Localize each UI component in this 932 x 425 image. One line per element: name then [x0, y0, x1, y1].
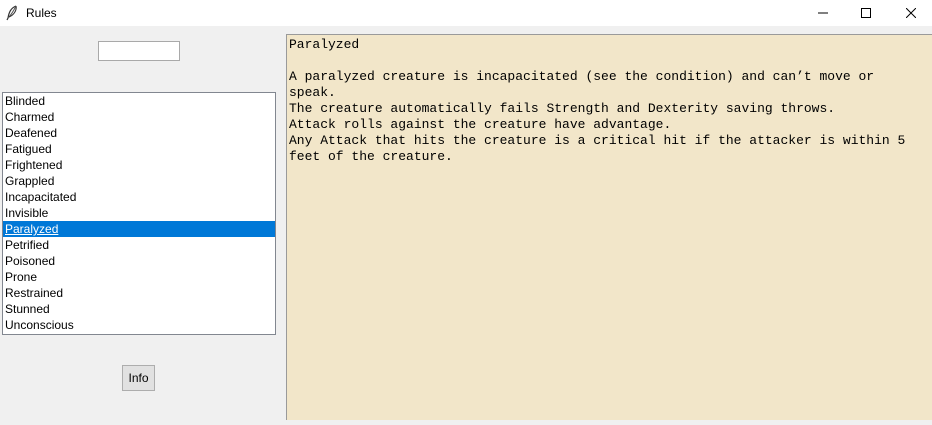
list-item[interactable]: Paralyzed — [3, 221, 275, 237]
details-line: speak. — [289, 85, 336, 100]
maximize-icon — [861, 8, 871, 18]
list-item[interactable]: Unconscious — [3, 317, 275, 333]
window-title: Rules — [26, 6, 57, 20]
minimize-icon — [818, 8, 828, 18]
details-line — [289, 53, 929, 69]
feather-icon — [5, 5, 19, 21]
conditions-listbox[interactable]: Blinded Charmed Deafened Fatigued Frightened… — [2, 92, 276, 335]
close-button[interactable] — [888, 0, 932, 26]
list-item[interactable]: Deafened — [3, 125, 275, 141]
details-line: The creature automatically fails Strengt… — [289, 101, 836, 116]
info-button[interactable]: Info — [122, 365, 155, 391]
list-item[interactable]: Frightened — [3, 157, 275, 173]
minimize-button[interactable] — [800, 0, 846, 26]
list-item[interactable]: Poisoned — [3, 253, 275, 269]
details-line: feet of the creature. — [289, 149, 453, 164]
list-item[interactable]: Charmed — [3, 109, 275, 125]
details-line: A paralyzed creature is incapacitated (s… — [289, 69, 875, 84]
list-item[interactable]: Invisible — [3, 205, 275, 221]
list-item[interactable]: Petrified — [3, 237, 275, 253]
search-input[interactable] — [98, 41, 180, 61]
maximize-button[interactable] — [843, 0, 889, 26]
close-icon — [906, 8, 916, 18]
details-line: Paralyzed — [289, 37, 360, 52]
list-item[interactable]: Restrained — [3, 285, 275, 301]
details-text: Paralyzed A paralyzed creature is incapac… — [289, 37, 929, 165]
list-item[interactable]: Fatigued — [3, 141, 275, 157]
details-line: Attack rolls against the creature have a… — [289, 117, 672, 132]
details-text-panel[interactable]: Paralyzed A paralyzed creature is incapac… — [286, 34, 932, 420]
list-item[interactable]: Stunned — [3, 301, 275, 317]
list-item[interactable]: Grappled — [3, 173, 275, 189]
list-item[interactable]: Incapacitated — [3, 189, 275, 205]
list-item[interactable]: Prone — [3, 269, 275, 285]
title-bar: Rules — [0, 0, 932, 26]
list-item[interactable]: Blinded — [3, 93, 275, 109]
details-line: Any Attack that hits the creature is a c… — [289, 133, 906, 148]
